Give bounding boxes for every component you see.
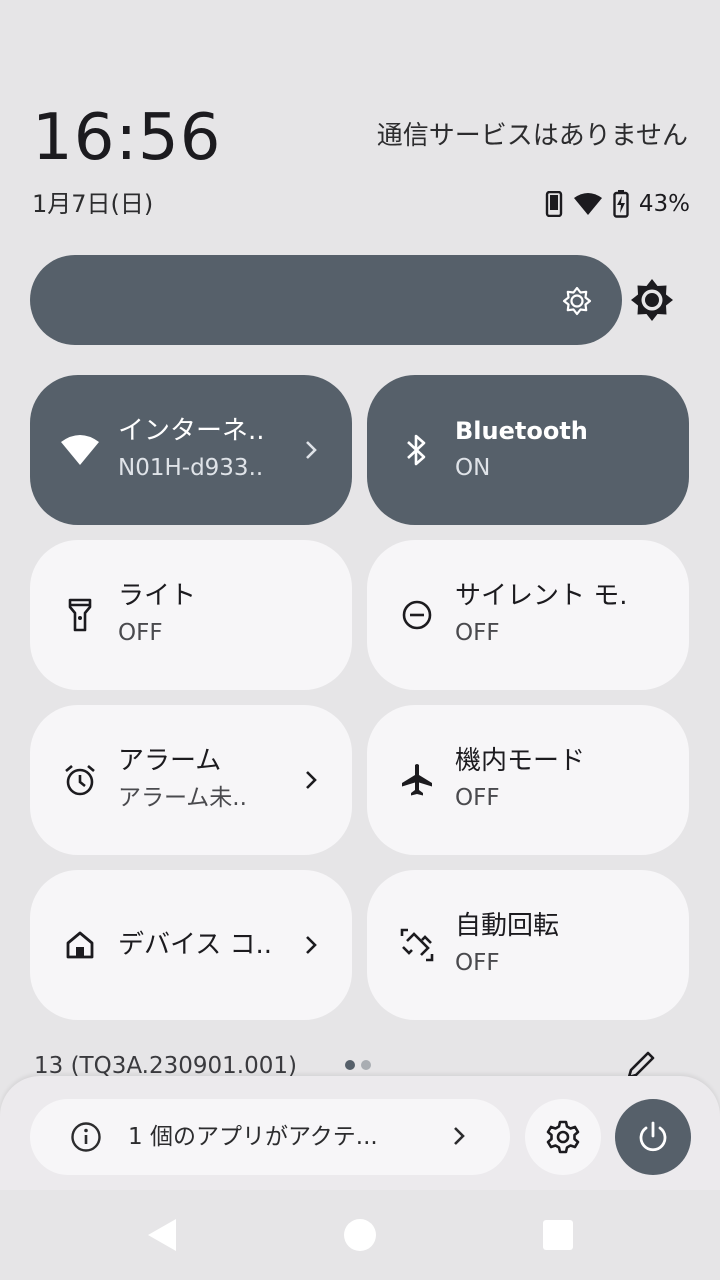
tile-alarm-title: アラーム <box>118 746 222 776</box>
battery-percent: 43% <box>638 191 690 217</box>
power-button[interactable] <box>615 1099 691 1175</box>
tile-device-controls-title: デバイス コ.. <box>118 930 273 960</box>
tile-auto-rotate-title: 自動回転 <box>455 911 560 941</box>
airplane-icon <box>397 760 437 800</box>
brightness-slider[interactable] <box>30 255 622 345</box>
chevron-right-icon <box>296 765 326 795</box>
wifi-signal-icon <box>573 193 602 215</box>
tile-bluetooth-title: Bluetooth <box>455 417 588 445</box>
tile-do-not-disturb-title: サイレント モ.. <box>455 581 625 611</box>
brightness-icon <box>562 286 592 316</box>
tile-do-not-disturb-subtitle: OFF <box>455 620 500 646</box>
tile-device-controls[interactable]: デバイス コ.. <box>30 870 352 1020</box>
quick-settings-panel: 16:56 通信サービスはありません 1月7日(日) 43% インターネ.. N… <box>0 0 720 1280</box>
status-icons: 43% <box>545 186 690 222</box>
gear-icon <box>546 1120 580 1154</box>
tile-do-not-disturb[interactable]: サイレント モ.. OFF <box>367 540 689 690</box>
carrier-status: 通信サービスはありません <box>376 121 688 151</box>
tile-alarm[interactable]: アラーム アラーム未.. <box>30 705 352 855</box>
info-icon <box>71 1122 101 1152</box>
auto-rotate-icon <box>397 925 437 965</box>
tile-flashlight[interactable]: ライト OFF <box>30 540 352 690</box>
chevron-right-icon <box>296 930 326 960</box>
tile-airplane-mode-subtitle: OFF <box>455 785 500 811</box>
chevron-right-icon <box>454 1127 465 1145</box>
tile-auto-rotate-subtitle: OFF <box>455 950 500 976</box>
tile-flashlight-subtitle: OFF <box>118 620 163 646</box>
tile-flashlight-title: ライト <box>118 581 197 611</box>
page-dot <box>361 1060 371 1070</box>
power-icon <box>639 1121 667 1152</box>
chevron-right-icon <box>296 435 326 465</box>
home-button[interactable] <box>344 1219 376 1251</box>
battery-charging-icon <box>613 190 629 218</box>
date[interactable]: 1月7日(日) <box>32 186 153 222</box>
tile-bluetooth-subtitle: ON <box>455 455 491 481</box>
tile-internet-subtitle: N01H-d933.. <box>118 455 264 481</box>
alarm-icon <box>60 760 100 800</box>
active-apps-text: 1 個のアプリがアクテ... <box>128 1124 378 1150</box>
recents-button[interactable] <box>543 1220 573 1250</box>
back-icon[interactable] <box>146 1218 178 1252</box>
bluetooth-icon <box>397 430 437 470</box>
tile-alarm-subtitle: アラーム未.. <box>118 785 247 811</box>
tile-bluetooth[interactable]: Bluetooth ON <box>367 375 689 525</box>
flashlight-icon <box>60 595 100 635</box>
brightness-auto-icon[interactable] <box>630 278 674 322</box>
home-icon <box>60 925 100 965</box>
tile-airplane-mode[interactable]: 機内モード OFF <box>367 705 689 855</box>
navigation-bar <box>0 1190 720 1280</box>
page-dot-active <box>345 1060 355 1070</box>
settings-button[interactable] <box>525 1099 601 1175</box>
wifi-icon <box>60 430 100 470</box>
page-indicator <box>345 1060 371 1070</box>
tile-internet[interactable]: インターネ.. N01H-d933.. <box>30 375 352 525</box>
phone-icon <box>545 191 563 217</box>
clock[interactable]: 16:56 <box>32 98 221 178</box>
tile-auto-rotate[interactable]: 自動回転 OFF <box>367 870 689 1020</box>
tile-internet-title: インターネ.. <box>118 416 265 446</box>
active-apps-button[interactable]: 1 個のアプリがアクテ... <box>30 1099 510 1175</box>
do-not-disturb-icon <box>397 595 437 635</box>
tile-airplane-mode-title: 機内モード <box>455 746 586 776</box>
